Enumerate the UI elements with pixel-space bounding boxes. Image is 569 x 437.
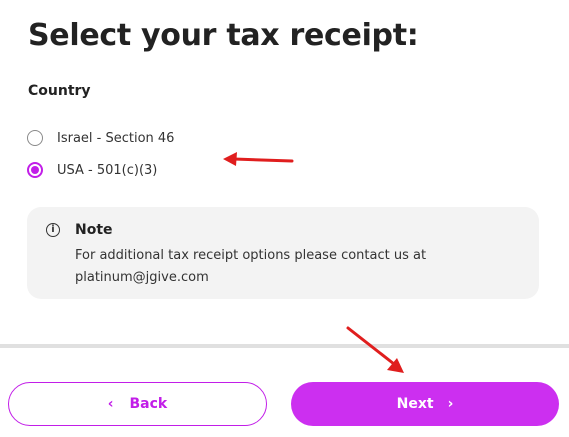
footer-divider: [0, 344, 569, 348]
back-button-label: Back: [129, 396, 168, 412]
back-button[interactable]: ‹ Back: [8, 382, 267, 426]
radio-option-israel[interactable]: Israel - Section 46: [27, 130, 174, 146]
radio-option-usa[interactable]: USA - 501(c)(3): [27, 162, 157, 178]
chevron-right-icon: ›: [447, 396, 454, 412]
info-icon: i: [46, 223, 60, 237]
radio-button-israel[interactable]: [27, 130, 43, 146]
next-button-label: Next: [396, 396, 434, 412]
annotation-arrow-down: [346, 326, 404, 373]
note-text: For additional tax receipt options pleas…: [75, 248, 427, 285]
radio-label-usa: USA - 501(c)(3): [57, 162, 158, 178]
note-box: i Note For additional tax receipt option…: [27, 207, 539, 299]
chevron-left-icon: ‹: [107, 396, 114, 412]
page-title: Select your tax receipt:: [28, 18, 419, 53]
radio-label-israel: Israel - Section 46: [57, 130, 175, 146]
country-label: Country: [28, 83, 91, 99]
annotation-arrow-left: [223, 152, 294, 166]
radio-button-usa[interactable]: [27, 162, 43, 178]
next-button[interactable]: Next ›: [291, 382, 559, 426]
note-title: Note: [75, 222, 113, 238]
